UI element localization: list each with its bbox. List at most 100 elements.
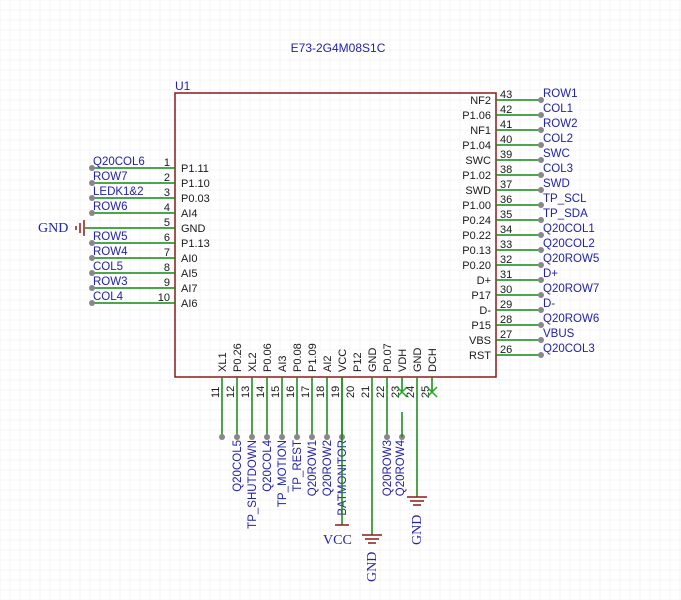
pin-number: 18 bbox=[315, 386, 327, 398]
pin-name: VBS bbox=[469, 335, 491, 347]
net-label: Q20COL2 bbox=[543, 238, 595, 250]
pin-number: 37 bbox=[500, 179, 512, 191]
net-label: LEDK1&2 bbox=[93, 186, 144, 198]
pin-name: AI4 bbox=[181, 208, 198, 220]
pin-name: P0.06 bbox=[262, 343, 274, 372]
schematic-canvas: E73-2G4M08S1C U1 1 P1.11 Q20COL6 2 P1.10 ROW7… bbox=[0, 0, 681, 600]
pin-number: 24 bbox=[405, 386, 417, 398]
pin-name: P0.03 bbox=[181, 193, 210, 205]
pin-number: 43 bbox=[500, 89, 512, 101]
pin-number: 15 bbox=[270, 386, 282, 398]
pin-name: SWD bbox=[465, 185, 491, 197]
pin-name: AI7 bbox=[181, 283, 198, 295]
pin-name: P0.13 bbox=[462, 245, 491, 257]
pin-number: 35 bbox=[500, 209, 512, 221]
pin-number: 3 bbox=[164, 187, 170, 199]
net-label: Q20COL6 bbox=[93, 156, 145, 168]
pin-number: 31 bbox=[500, 269, 512, 281]
pin-number: 1 bbox=[164, 157, 170, 169]
pin-number: 25 bbox=[420, 386, 432, 398]
connection-dot bbox=[309, 434, 315, 440]
pin-name: P1.04 bbox=[462, 140, 491, 152]
net-label: SWC bbox=[543, 148, 570, 160]
pin-number: 6 bbox=[164, 232, 170, 244]
net-label: Q20ROW4 bbox=[395, 439, 407, 496]
pin-name: AI0 bbox=[181, 253, 198, 265]
pin-name: NF2 bbox=[470, 95, 491, 107]
vcc-label: VCC bbox=[323, 533, 352, 548]
pin-name: VDH bbox=[397, 349, 409, 372]
pin-number: 8 bbox=[164, 262, 170, 274]
pin-number: 13 bbox=[240, 386, 252, 398]
pin-number: 10 bbox=[158, 292, 170, 304]
net-label: ROW1 bbox=[543, 88, 578, 100]
net-label: ROW3 bbox=[93, 276, 128, 288]
pin-name: GND bbox=[412, 348, 424, 373]
net-label: SWD bbox=[543, 178, 570, 190]
pin-name: XL2 bbox=[247, 352, 259, 372]
pin-name: D+ bbox=[477, 275, 491, 287]
pin-name: P0.07 bbox=[382, 343, 394, 372]
right-pin-group: 43 NF2 ROW1 42 P1.06 COL1 41 NF1 ROW2 40 P1.04 COL2… bbox=[462, 88, 599, 362]
pin-number: 23 bbox=[390, 386, 402, 398]
pin-number: 14 bbox=[255, 386, 267, 398]
pin-number: 12 bbox=[225, 386, 237, 398]
pin-name: P0.22 bbox=[462, 230, 491, 242]
component-ref: U1 bbox=[175, 79, 191, 93]
pin-number: 7 bbox=[164, 247, 170, 259]
pin-number: 11 bbox=[210, 387, 222, 398]
gnd-label-left: GND bbox=[38, 221, 68, 236]
pin-name: P0.08 bbox=[292, 343, 304, 372]
pin-name: AI6 bbox=[181, 298, 198, 310]
pin-name: P1.11 bbox=[181, 163, 209, 175]
net-label: Q20ROW6 bbox=[543, 313, 599, 325]
pin-name: AI3 bbox=[277, 355, 289, 372]
ic-body[interactable] bbox=[174, 92, 497, 378]
connection-dot bbox=[249, 434, 255, 440]
net-label: Q20ROW2 bbox=[322, 440, 334, 496]
pin-name: P1.00 bbox=[462, 200, 491, 212]
pin-name: P1.06 bbox=[462, 110, 491, 122]
net-label: Q20ROW7 bbox=[543, 283, 599, 295]
connection-dot bbox=[294, 434, 300, 440]
net-label: Q20COL5 bbox=[232, 440, 244, 492]
left-pin-group: 1 P1.11 Q20COL6 2 P1.10 ROW7 3 P0.03 LEDK1&2 4 AI4… bbox=[89, 156, 210, 310]
net-label: D+ bbox=[543, 268, 558, 280]
connection-dot bbox=[234, 434, 240, 440]
pin-name: GND bbox=[367, 348, 379, 373]
pin-name: P1.09 bbox=[307, 343, 319, 372]
net-label: Q20ROW1 bbox=[307, 440, 319, 496]
net-label: TP_SCL bbox=[543, 193, 587, 205]
pin-name: P0.20 bbox=[462, 260, 491, 272]
pin-number: 41 bbox=[500, 119, 512, 131]
net-label: TP_SDA bbox=[543, 208, 588, 220]
bottom-pin-group: XL1 11 P0.26 12 Q20COL5 XL2 13 TP_SHUTDOWN P0.06… bbox=[210, 343, 439, 529]
net-label: Q20COL3 bbox=[543, 343, 595, 355]
pin-name: D- bbox=[479, 305, 491, 317]
pin-number: 42 bbox=[500, 104, 512, 116]
net-label: ROW6 bbox=[93, 201, 128, 213]
pin-name: GND bbox=[181, 223, 206, 235]
gnd-symbol-bottom-1[interactable]: GND bbox=[362, 377, 382, 582]
net-label: COL1 bbox=[543, 103, 573, 115]
net-label: TP_MOTION bbox=[277, 440, 289, 507]
pin-name: SWC bbox=[465, 155, 491, 167]
pin-number: 28 bbox=[500, 314, 512, 326]
pin-name: RST bbox=[469, 350, 491, 362]
pin-number: 16 bbox=[285, 386, 297, 398]
net-label: COL3 bbox=[543, 163, 573, 175]
pin-name: P12 bbox=[352, 352, 364, 372]
net-label: VBUS bbox=[543, 328, 575, 340]
pin-number: 9 bbox=[164, 277, 170, 289]
gnd-label-bottom-2: GND bbox=[410, 515, 425, 545]
pin-name: DCH bbox=[427, 348, 439, 372]
pin-number: 29 bbox=[500, 299, 512, 311]
net-label: ROW4 bbox=[93, 246, 128, 258]
pin-number: 27 bbox=[500, 329, 512, 341]
net-label: D- bbox=[543, 298, 555, 310]
pin-name: XL1 bbox=[217, 352, 229, 372]
pin-number: 5 bbox=[164, 217, 170, 229]
pin-name: P1.10 bbox=[181, 178, 210, 190]
pin-number: 32 bbox=[500, 254, 512, 266]
pin-number: 30 bbox=[500, 284, 512, 296]
